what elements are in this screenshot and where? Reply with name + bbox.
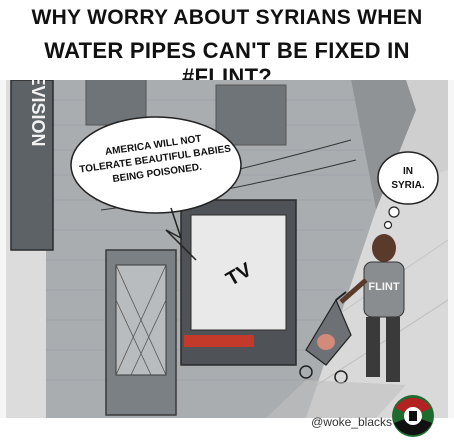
cartoon-illustration: EVISION TV AMERICA WILL NOT TOLERATE BEA… <box>6 80 448 418</box>
screenshot-frame: WHY WORRY ABOUT SYRIANS WHEN WATER PIPES… <box>0 0 454 440</box>
credit-text: @woke_blacks <box>311 415 392 429</box>
vertical-sign-text: EVISION <box>28 80 48 147</box>
thought-line-2: SYRIA. <box>391 180 425 191</box>
title-area: WHY WORRY ABOUT SYRIANS WHEN WATER PIPES… <box>0 0 454 89</box>
title-line-1: WHY WORRY ABOUT SYRIANS WHEN <box>31 6 423 29</box>
shirt-text: FLINT <box>368 281 399 293</box>
cartoon-svg: EVISION TV AMERICA WILL NOT TOLERATE BEA… <box>6 80 448 418</box>
thought-line-1: IN <box>403 166 413 177</box>
window-red-banner <box>184 335 254 347</box>
thought-bubble <box>377 151 439 205</box>
organization-seal-icon <box>392 395 434 437</box>
upper-window-right <box>215 84 287 146</box>
